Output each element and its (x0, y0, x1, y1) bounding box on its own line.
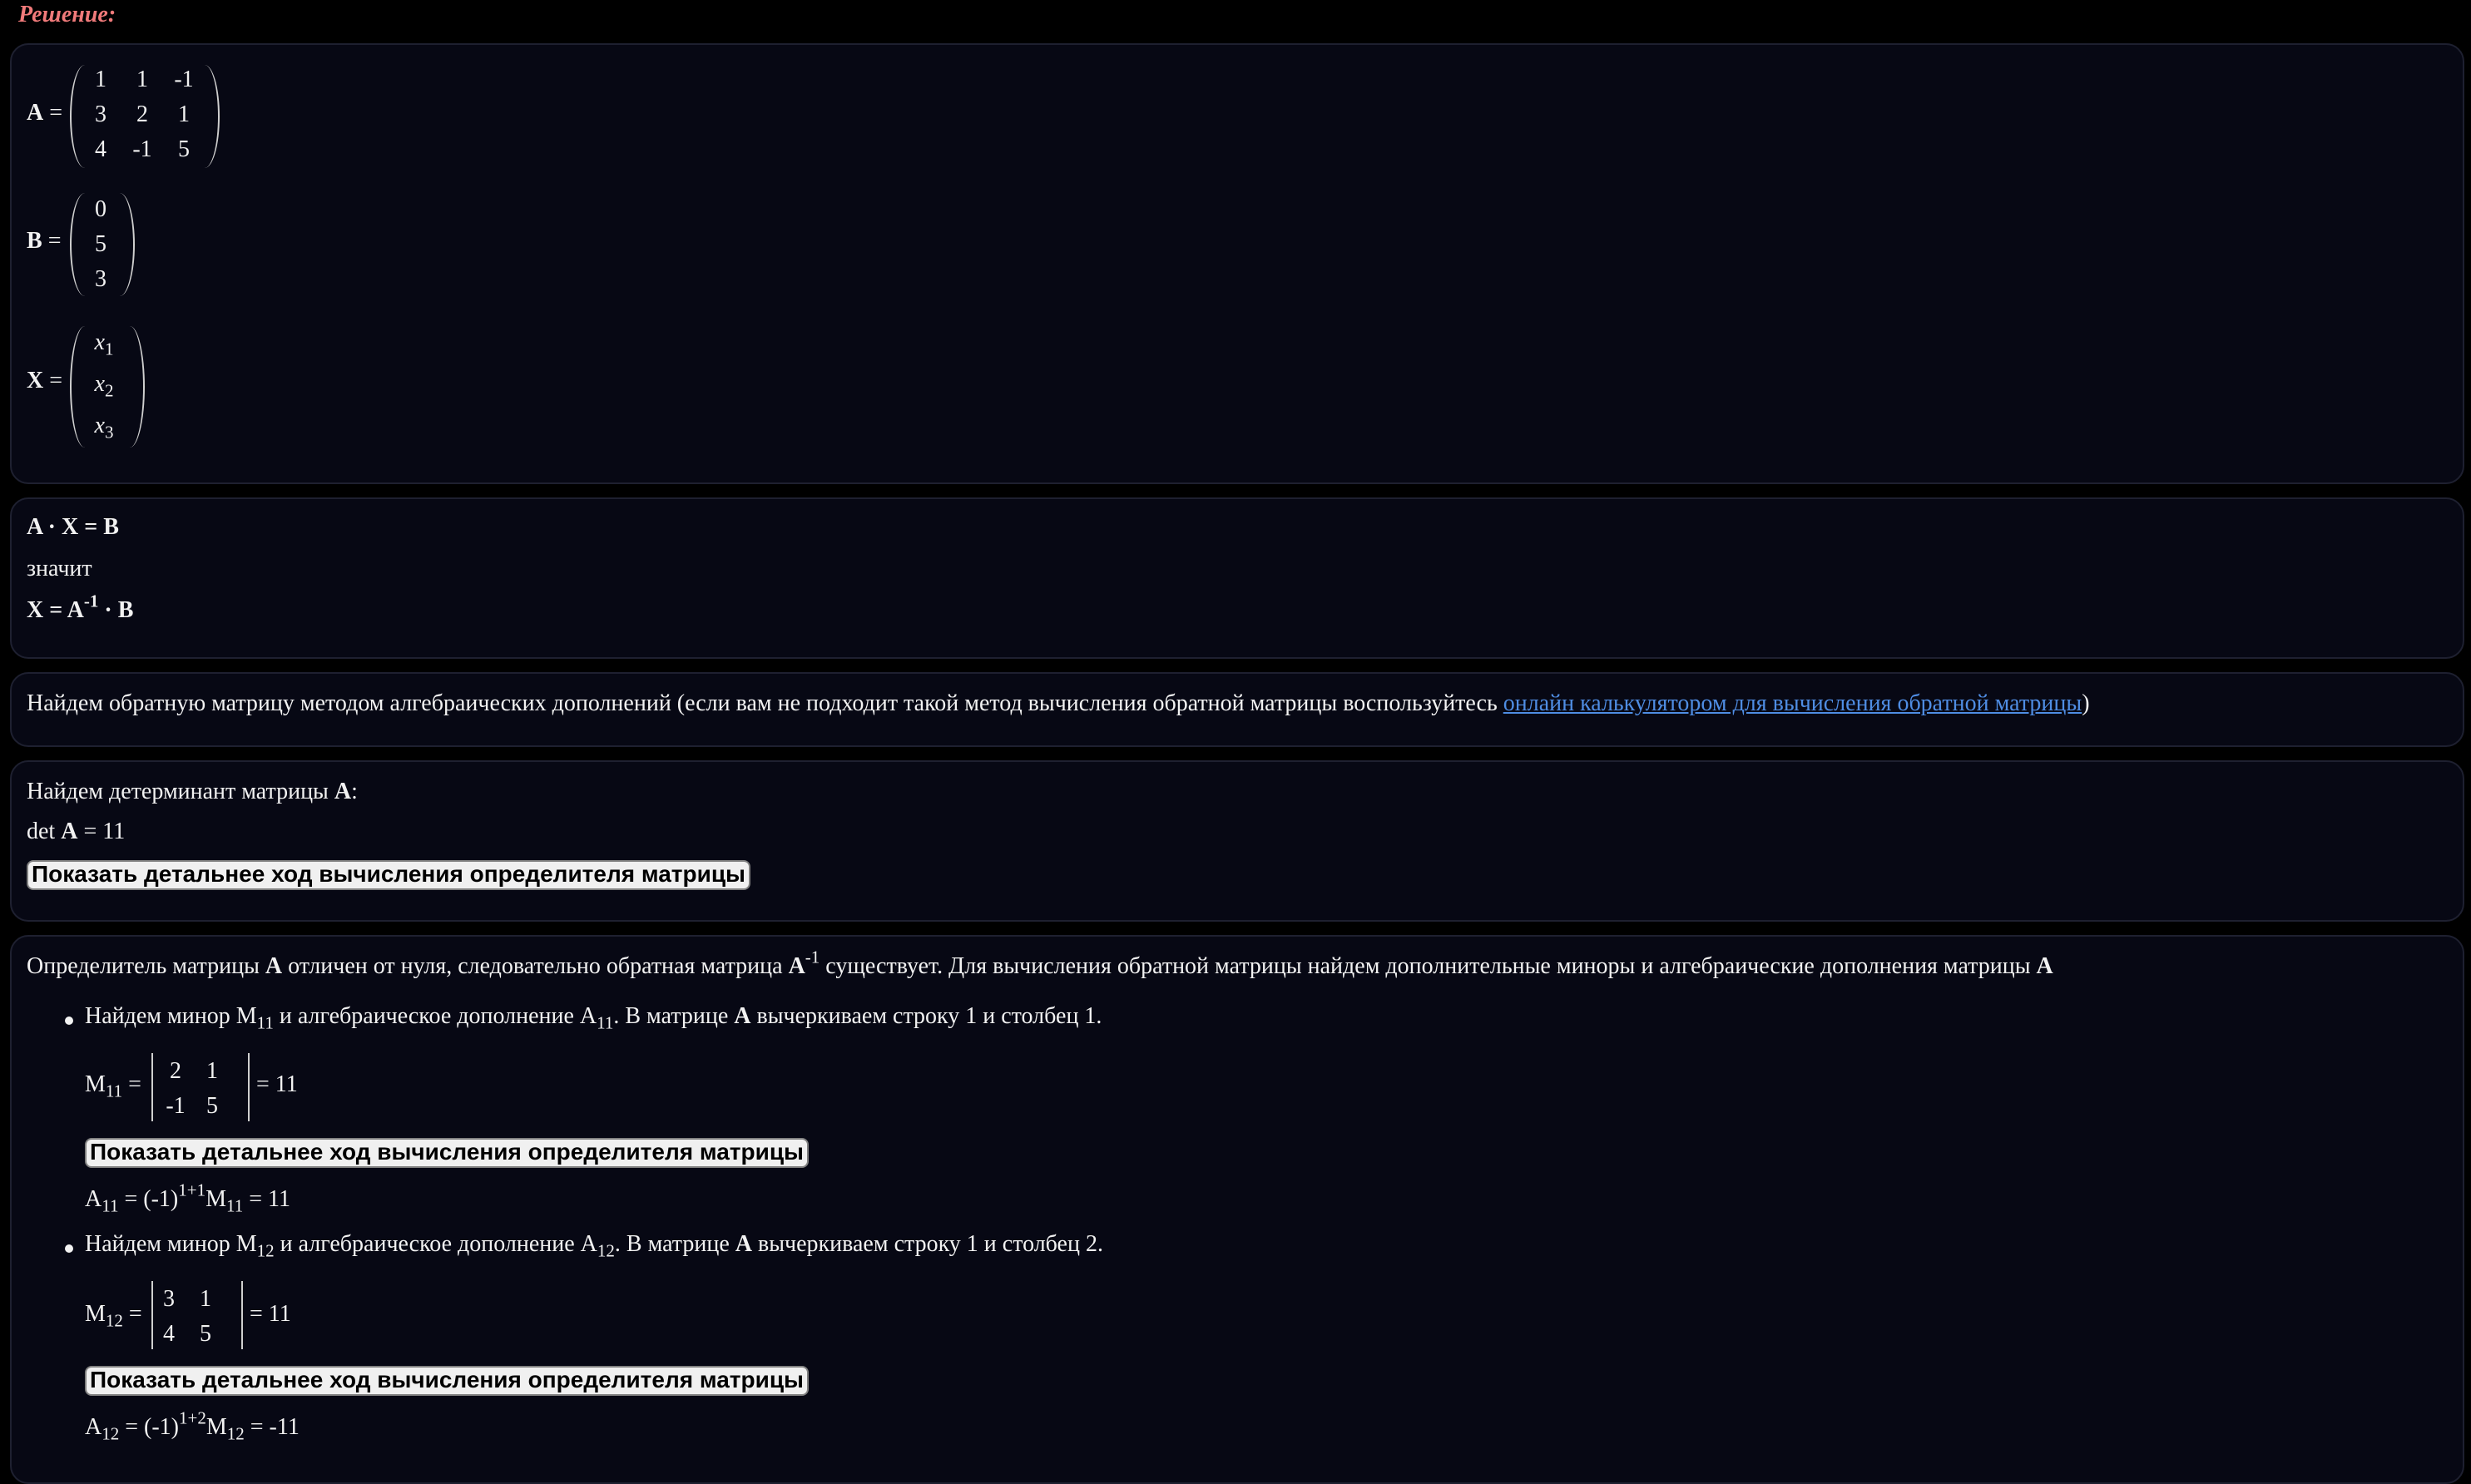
determinant-heading: Найдем детерминант матрицы A: (27, 779, 358, 804)
matrix-x-label: X = (27, 368, 63, 393)
cofactors-panel: Определитель матрицы A отличен от нуля, … (10, 935, 2464, 1484)
cofactor-formula: A11 = (-1)1+1M11 = 11 (85, 1180, 290, 1216)
minor-cell: 5 (206, 1093, 218, 1119)
matrix-cell: 4 (95, 136, 106, 162)
minor-cell: -1 (166, 1093, 186, 1119)
matrix-var: x3 (94, 413, 114, 443)
inverse-intro-panel: Найдем обратную матрицу методом алгебраи… (10, 672, 2464, 747)
equation-connector: значит (27, 556, 92, 581)
minor-cell: 2 (170, 1058, 181, 1084)
show-determinant-details-button[interactable]: Показать детальнее ход вычисления опреде… (27, 860, 750, 890)
matrix-cell: 1 (95, 67, 106, 92)
minor-label: M11 = (85, 1071, 141, 1101)
minor-cell: 3 (163, 1286, 175, 1312)
matrix-cell: 3 (95, 101, 106, 127)
show-minor-details-button[interactable]: Показать детальнее ход вычисления опреде… (85, 1138, 809, 1168)
equation-panel: A · X = B значит X = A-1 · B (10, 497, 2464, 659)
inverse-intro-text: Найдем обратную матрицу методом алгебраи… (27, 690, 2090, 716)
list-bullet (65, 1017, 73, 1025)
minor-cell: 1 (206, 1058, 218, 1084)
cofactors-intro: Определитель матрицы A отличен от нуля, … (27, 947, 2053, 979)
matrix-b-right-paren (120, 193, 135, 296)
minor-cell: 5 (200, 1321, 211, 1347)
matrix-cell: 1 (136, 67, 148, 92)
determinant-panel: Найдем детерминант матрицы A: det A = 11… (10, 760, 2464, 922)
determinant-bar-left (151, 1053, 153, 1121)
minor-cell: 4 (163, 1321, 175, 1347)
matrix-cell: 2 (136, 101, 148, 127)
show-minor-details-button[interactable]: Показать детальнее ход вычисления опреде… (85, 1366, 809, 1396)
equation-line: A · X = B (27, 514, 119, 540)
matrix-cell: 5 (95, 231, 106, 257)
cofactor-item-text: Найдем минор M12 и алгебраическое дополн… (85, 1231, 1103, 1261)
equation-solution: X = A-1 · B (27, 591, 134, 623)
matrices-panel: A = 1 1 -1 3 2 1 4 -1 5 B = 0 5 3 X = x1… (10, 43, 2464, 484)
determinant-bar-right (241, 1281, 243, 1349)
inverse-calculator-link[interactable]: онлайн калькулятором для вычисления обра… (1503, 690, 2082, 716)
minor-label: M12 = (85, 1301, 142, 1331)
matrix-cell: 1 (178, 101, 190, 127)
solution-heading: Решение: (18, 2, 116, 27)
minor-result: = 11 (250, 1301, 291, 1327)
cofactor-formula: A12 = (-1)1+2M12 = -11 (85, 1407, 300, 1444)
determinant-bar-right (248, 1053, 250, 1121)
matrix-cell: 5 (178, 136, 190, 162)
minor-result: = 11 (256, 1071, 298, 1097)
matrix-cell: 0 (95, 196, 106, 222)
cofactor-item-text: Найдем минор M11 и алгебраическое дополн… (85, 1003, 1102, 1033)
matrix-x-right-paren (130, 326, 145, 448)
matrix-var: x2 (94, 371, 114, 401)
matrix-a-right-paren (205, 65, 220, 168)
matrix-cell: -1 (174, 67, 194, 92)
matrix-a-label: A = (27, 100, 63, 126)
matrix-var: x1 (94, 329, 114, 359)
determinant-value: det A = 11 (27, 819, 126, 844)
matrix-b-label: B = (27, 228, 62, 254)
minor-cell: 1 (200, 1286, 211, 1312)
matrix-cell: 3 (95, 266, 106, 292)
matrix-cell: -1 (132, 136, 152, 162)
list-bullet (65, 1244, 73, 1253)
